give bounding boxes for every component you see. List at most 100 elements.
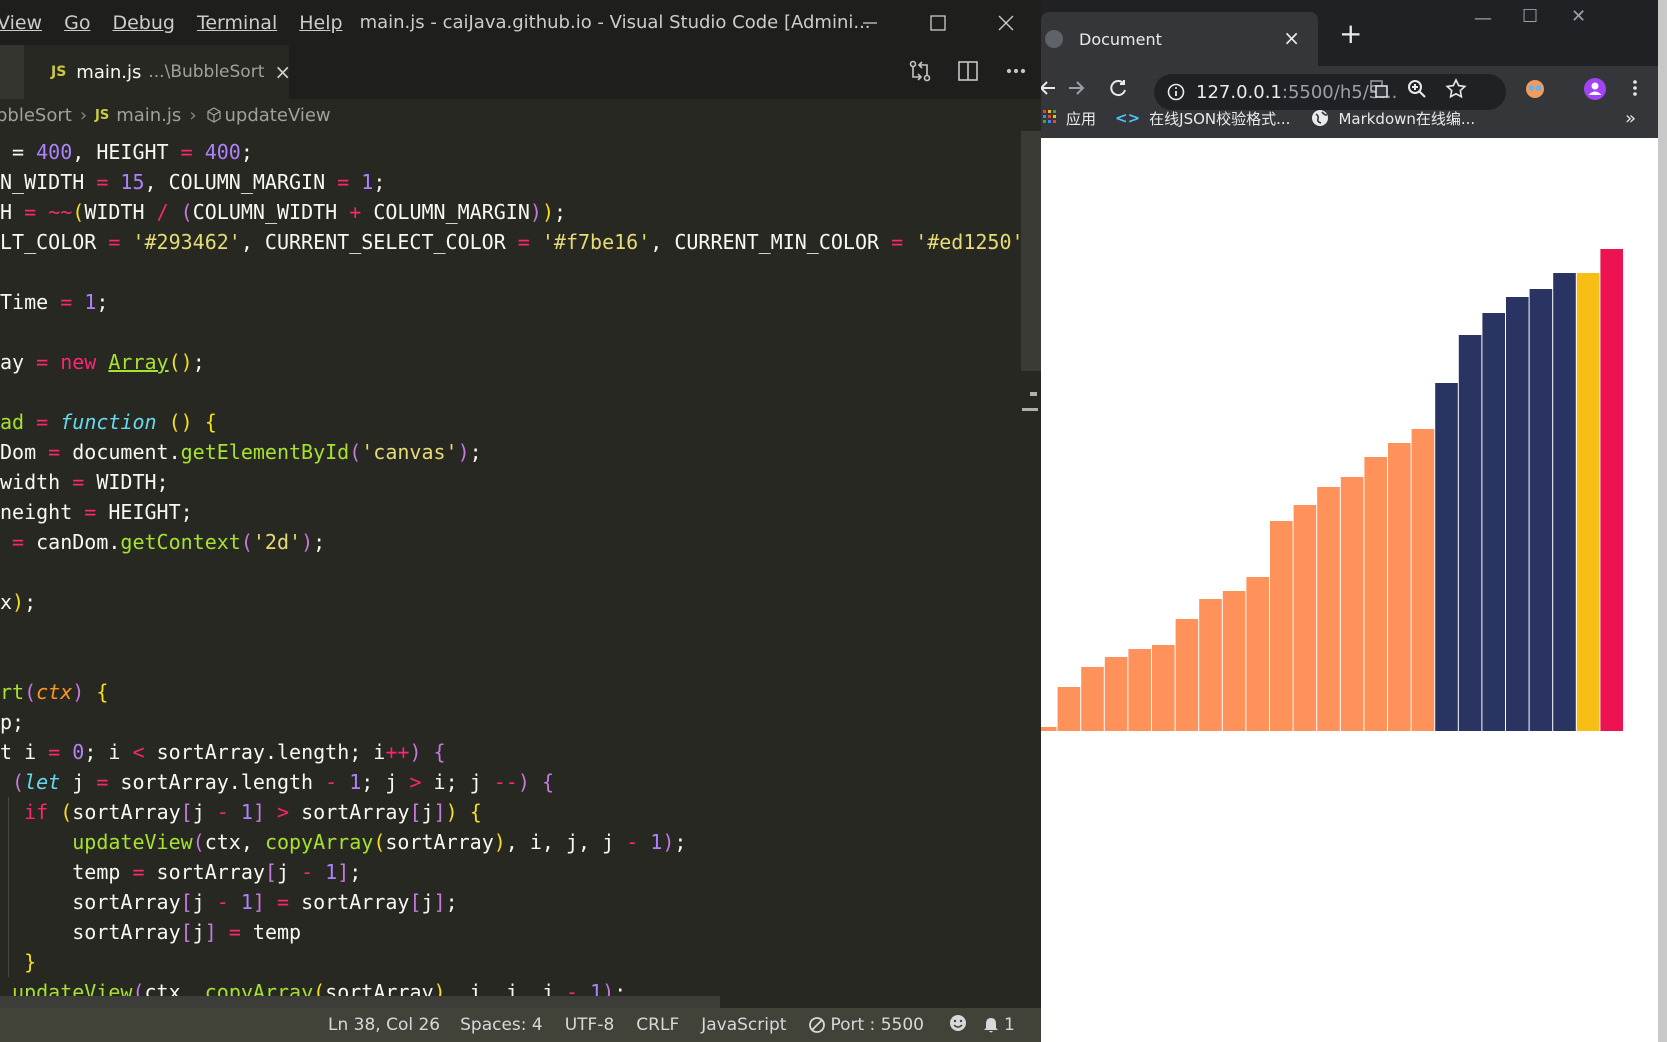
maximize-button[interactable] [904, 0, 972, 45]
browser-tab[interactable]: Document × [1041, 12, 1318, 66]
code-token: '#293462' [132, 230, 241, 254]
horizontal-scrollbar[interactable] [0, 996, 720, 1008]
code-token: / [156, 200, 169, 224]
code-token: ) [457, 440, 470, 464]
code-token: = [132, 860, 145, 884]
menu-help[interactable]: Help [288, 12, 353, 34]
tab-close-icon[interactable]: × [274, 60, 291, 84]
code-line[interactable]: sortArray[j - 1] = sortArray[j]; [0, 887, 457, 917]
menu-go[interactable]: Go [53, 12, 101, 34]
code-token: = [48, 740, 61, 764]
code-line[interactable]: Time = 1; [0, 287, 108, 317]
minimize-icon [863, 21, 877, 24]
tab-main-js[interactable]: JS main.js ...\BubbleSort × [24, 45, 291, 99]
code-line[interactable]: (let j = sortArray.length - 1; j > i; j … [0, 767, 554, 797]
menu-terminal[interactable]: Terminal [186, 12, 288, 34]
code-line[interactable]: N_WIDTH = 15, COLUMN_MARGIN = 1; [0, 167, 385, 197]
menu-help-label: Help [299, 11, 343, 34]
code-line[interactable]: ad = function () { [0, 407, 217, 437]
code-line[interactable]: = canDom.getContext('2d'); [0, 527, 325, 557]
code-line[interactable]: H = ~~(WIDTH / (COLUMN_WIDTH + COLUMN_MA… [0, 197, 566, 227]
code-line[interactable]: p; [0, 707, 24, 737]
code-line[interactable]: sortArray[j] = temp [0, 917, 301, 947]
breadcrumb-file[interactable]: main.js [116, 105, 181, 126]
code-line[interactable]: Dom = document.getElementById('canvas'); [0, 437, 482, 467]
menu-view[interactable]: View [0, 12, 53, 34]
code-token: < [132, 740, 145, 764]
bar-4 [1128, 649, 1151, 731]
previous-tab[interactable] [0, 45, 24, 99]
new-tab-button[interactable]: + [1339, 20, 1362, 48]
bar-13 [1340, 477, 1364, 731]
eol-status[interactable]: CRLF [636, 1015, 679, 1035]
code-line[interactable]: rt(ctx) { [0, 677, 108, 707]
title-bar: View Go Debug Terminal Help main.js - ca… [0, 0, 1041, 45]
code-line[interactable]: x); [0, 587, 36, 617]
code-token: 1 [240, 800, 253, 824]
menu-debug[interactable]: Debug [101, 12, 185, 34]
cursor-position[interactable]: Ln 38, Col 26 [328, 1015, 440, 1035]
bookmark-json-validator[interactable]: <> 在线JSON校验格式... [1115, 108, 1290, 129]
code-token: width [0, 470, 73, 494]
port-label: Port : 5500 [830, 1015, 924, 1035]
code-line[interactable]: t i = 0; i < sortArray.length; i++) { [0, 737, 446, 767]
code-token: '2d' [252, 530, 302, 554]
code-token: j [192, 920, 205, 944]
code-line[interactable]: LT_COLOR = '#293462', CURRENT_SELECT_COL… [0, 227, 1020, 257]
notifications-button[interactable]: 1 [982, 1015, 1015, 1035]
notification-count: 1 [1003, 1015, 1015, 1035]
code-token: ; [349, 860, 362, 884]
encoding-status[interactable]: UTF-8 [565, 1015, 615, 1035]
code-token: let [24, 770, 61, 794]
code-line[interactable]: = 400, HEIGHT = 400; [0, 137, 253, 167]
code-token: j [192, 890, 217, 914]
code-editor[interactable]: = 400, HEIGHT = 400; N_WIDTH = 15, COLUMN… [0, 131, 1020, 999]
code-token: document. [60, 440, 181, 464]
scrollbar-thumb[interactable] [1021, 131, 1041, 371]
code-token: j [192, 800, 217, 824]
close-icon[interactable]: ✕ [1571, 6, 1586, 27]
code-line[interactable]: ay = new Array(); [0, 347, 205, 377]
bookmark-apps[interactable]: 应用 [1043, 108, 1096, 129]
bar-2 [1081, 667, 1104, 731]
bookmark-markdown-editor[interactable]: Markdown在线编... [1311, 108, 1475, 129]
code-line[interactable]: updateView(ctx, copyArray(sortArray), i,… [0, 827, 686, 857]
code-line[interactable]: width = WIDTH; [0, 467, 169, 497]
close-window-button[interactable] [972, 0, 1040, 45]
code-token: { [469, 800, 482, 824]
minimize-button[interactable] [836, 0, 904, 45]
feedback-button[interactable] [948, 1013, 968, 1038]
code-line[interactable]: neight = HEIGHT; [0, 497, 193, 527]
code-line[interactable]: temp = sortArray[j - 1]; [0, 857, 361, 887]
window-title: main.js - caiJava.github.io - Visual Stu… [359, 12, 871, 33]
code-token: [ [409, 890, 422, 914]
code-token: -- [493, 770, 518, 794]
bar-23 [1576, 273, 1600, 731]
code-token: ; [553, 200, 567, 224]
open-changes-button[interactable] [908, 59, 932, 87]
breadcrumb-folder[interactable]: bbleSort [0, 105, 72, 126]
code-token: Dom [0, 440, 49, 464]
code-token: ( [24, 680, 37, 704]
code-token: ; [313, 530, 326, 554]
tab-close-icon[interactable]: × [1283, 26, 1300, 50]
code-token: sortArray [385, 830, 494, 854]
code-token: ; [373, 170, 386, 194]
code-line[interactable]: if (sortArray[j - 1] > sortArray[j]) { [0, 797, 482, 827]
breadcrumb-symbol[interactable]: updateView [225, 105, 331, 126]
maximize-icon[interactable]: ☐ [1522, 6, 1538, 27]
live-server-port[interactable]: Port : 5500 [808, 1015, 924, 1035]
split-editor-button[interactable] [956, 59, 980, 87]
minimize-icon[interactable]: — [1474, 8, 1492, 29]
more-actions-button[interactable] [1004, 59, 1028, 87]
bookmarks-overflow-button[interactable]: » [1625, 108, 1636, 129]
code-line[interactable]: } [0, 947, 36, 977]
language-mode[interactable]: JavaScript [701, 1015, 786, 1035]
scroll-marker [1022, 408, 1038, 411]
indentation-status[interactable]: Spaces: 4 [460, 1015, 543, 1035]
